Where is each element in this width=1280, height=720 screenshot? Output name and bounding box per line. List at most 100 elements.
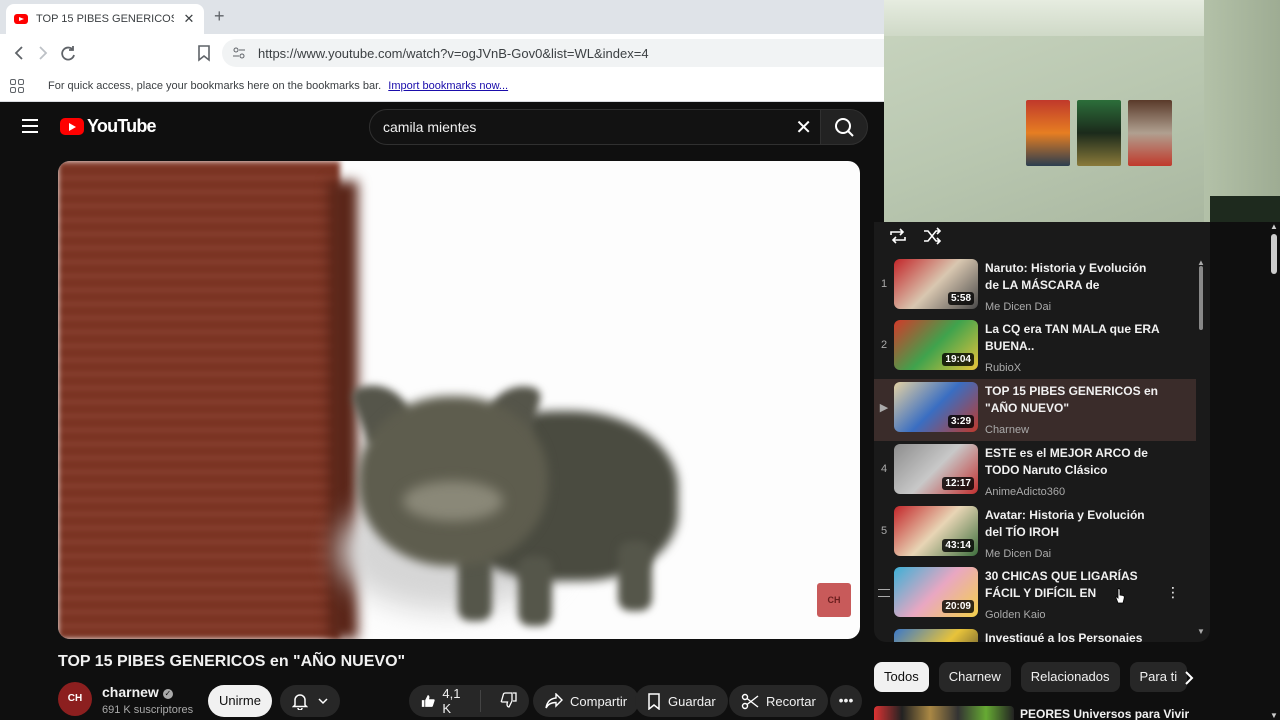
channel-watermark[interactable]: CH — [817, 583, 851, 617]
page-scrollbar[interactable]: ▲ ▼ — [1268, 222, 1280, 720]
scissors-icon — [741, 693, 759, 709]
filter-chip[interactable]: Charnew — [938, 662, 1011, 692]
playlist-item-title[interactable]: Investigué a los Personajes — [985, 630, 1160, 642]
video-duration: 5:58 — [947, 292, 974, 305]
bookmarks-hint: For quick access, place your bookmarks h… — [48, 80, 382, 92]
chevron-right-icon[interactable] — [1176, 665, 1202, 691]
share-button[interactable]: Compartir — [533, 685, 640, 717]
notifications-button[interactable] — [280, 685, 340, 717]
dislike-button[interactable] — [488, 691, 529, 711]
playlist-item-channel: Me Dicen Dai — [985, 301, 1052, 313]
playlist-item-index: ▶ — [879, 402, 889, 414]
filter-chips: Todos Charnew Relacionados Para ti — [874, 662, 1188, 692]
video-player[interactable]: CH — [58, 161, 860, 639]
channel-avatar[interactable]: CH — [58, 682, 92, 716]
playlist-item-thumbnail[interactable] — [894, 629, 978, 642]
playlist-scroll-thumb[interactable] — [1199, 266, 1203, 330]
tab-title: TOP 15 PIBES GENERICOS en "AÑ — [36, 13, 174, 25]
logo-text: YouTube — [87, 116, 157, 136]
playlist-item[interactable]: 2 19:04 La CQ era TAN MALA que ERA BUENA..… — [874, 317, 1196, 379]
share-label: Compartir — [570, 693, 628, 709]
reload-icon[interactable] — [57, 42, 79, 64]
playlist-item-title[interactable]: Avatar: Historia y Evolución del TÍO IRO… — [985, 507, 1160, 541]
clip-button[interactable]: Recortar — [729, 685, 828, 717]
thumbs-down-icon — [500, 691, 517, 708]
search-icon — [835, 118, 854, 137]
playlist-item-title[interactable]: TOP 15 PIBES GENERICOS en "AÑO NUEVO" — [985, 383, 1160, 417]
video-duration: 43:14 — [942, 539, 974, 552]
save-icon — [648, 692, 660, 710]
playlist-item[interactable]: 5 43:14 Avatar: Historia y Evolución del T… — [874, 503, 1196, 565]
more-actions-button[interactable]: ••• — [830, 685, 862, 717]
playlist-scrollbar[interactable]: ▲ ▼ — [1197, 258, 1205, 636]
apps-icon[interactable] — [10, 79, 24, 93]
close-tab-icon[interactable]: ✕ — [182, 11, 196, 27]
filter-chip[interactable]: Relacionados — [1020, 662, 1120, 692]
shuffle-icon[interactable] — [922, 226, 942, 246]
wall-poster — [1026, 100, 1070, 166]
channel-name-row: charnew ✓ — [102, 684, 173, 700]
playlist-item[interactable]: Investigué a los Personajes — [874, 626, 1196, 642]
page-scroll-down-icon[interactable]: ▼ — [1270, 711, 1278, 720]
playlist-item-channel: Charnew — [985, 424, 1030, 436]
next-video-row[interactable]: PEORES Universos para Vivir — [874, 704, 1210, 720]
subscriber-count: 691 K suscriptores — [102, 704, 194, 716]
address-bar[interactable]: https://www.youtube.com/watch?v=ogJVnB-G… — [222, 39, 884, 67]
new-tab-icon[interactable]: + — [214, 6, 225, 27]
playlist-item-title[interactable]: ESTE es el MEJOR ARCO de TODO Naruto Clá… — [985, 445, 1160, 479]
playlist-item-index: 1 — [880, 278, 888, 290]
page-scroll-up-icon[interactable]: ▲ — [1270, 222, 1278, 231]
clear-search-icon[interactable]: ✕ — [795, 115, 812, 140]
import-bookmarks-link[interactable]: Import bookmarks now... — [388, 80, 508, 92]
youtube-header: YouTube camila mientes ✕ — [0, 102, 884, 152]
playlist-item-title[interactable]: La CQ era TAN MALA que ERA BUENA.. — [985, 321, 1160, 355]
like-button[interactable]: 4,1 K — [409, 686, 481, 716]
playlist-item-index: 5 — [880, 525, 888, 537]
playlist-item-channel: Golden Kaio — [985, 609, 1046, 621]
search-input[interactable]: camila mientes ✕ — [369, 109, 821, 145]
playlist-item-thumbnail[interactable]: 20:09 — [894, 567, 978, 617]
wall-poster — [1128, 100, 1172, 166]
hamburger-menu-icon[interactable] — [22, 119, 38, 133]
page-scroll-thumb[interactable] — [1271, 234, 1277, 274]
search-button[interactable] — [820, 109, 868, 145]
bookmarks-bar: For quick access, place your bookmarks h… — [0, 72, 884, 102]
playlist-item[interactable]: 20:09 30 CHICAS QUE LIGARÍAS FÁCIL Y DIFÍ… — [874, 564, 1196, 626]
search-query[interactable]: camila mientes — [383, 119, 476, 135]
playlist-item-channel: AnimeAdicto360 — [985, 486, 1066, 498]
drag-handle-icon[interactable] — [878, 589, 890, 597]
playlist-item[interactable]: 1 5:58 Naruto: Historia y Evolución de LA … — [874, 256, 1196, 318]
playlist-item-title[interactable]: 30 CHICAS QUE LIGARÍAS FÁCIL Y DIFÍCIL E… — [985, 568, 1160, 603]
chevron-down-icon — [318, 698, 328, 705]
playlist-item[interactable]: 4 12:17 ESTE es el MEJOR ARCO de TODO Naru… — [874, 441, 1196, 503]
playlist-item-channel: RubioX — [985, 362, 1022, 374]
next-video-thumbnail[interactable] — [874, 706, 1014, 720]
browser-tab[interactable]: TOP 15 PIBES GENERICOS en "AÑ ✕ — [6, 4, 204, 34]
filter-chip[interactable]: Todos — [874, 662, 929, 692]
bookmark-icon[interactable] — [193, 42, 215, 64]
video-duration: 12:17 — [942, 477, 974, 490]
forward-icon[interactable] — [32, 42, 54, 64]
site-settings-icon[interactable] — [232, 46, 246, 60]
verified-icon: ✓ — [162, 689, 173, 699]
url-text[interactable]: https://www.youtube.com/watch?v=ogJVnB-G… — [258, 46, 649, 61]
playlist-item-title[interactable]: Naruto: Historia y Evolución de LA MÁSCA… — [985, 260, 1160, 295]
playlist-item-thumbnail[interactable]: 19:04 — [894, 320, 978, 370]
playlist-item-thumbnail[interactable]: 5:58 — [894, 259, 978, 309]
playlist-item[interactable]: ▶ 3:29 TOP 15 PIBES GENERICOS en "AÑO NUEV… — [874, 379, 1196, 441]
playlist-item-thumbnail[interactable]: 12:17 — [894, 444, 978, 494]
next-video-title[interactable]: PEORES Universos para Vivir — [1020, 707, 1189, 720]
loop-icon[interactable] — [888, 226, 908, 246]
channel-name[interactable]: charnew — [102, 684, 159, 700]
browser-toolbar: https://www.youtube.com/watch?v=ogJVnB-G… — [0, 34, 884, 72]
back-icon[interactable] — [8, 42, 30, 64]
youtube-logo[interactable]: YouTube — [60, 116, 157, 137]
scroll-down-icon[interactable]: ▼ — [1197, 627, 1205, 636]
more-options-icon[interactable]: ⋮ — [1166, 584, 1180, 601]
like-count: 4,1 K — [442, 686, 461, 716]
playlist-item-thumbnail[interactable]: 3:29 — [894, 382, 978, 432]
join-button[interactable]: Unirme — [208, 685, 272, 717]
playlist-item-thumbnail[interactable]: 43:14 — [894, 506, 978, 556]
playlist-item-index: 4 — [880, 463, 888, 475]
save-button[interactable]: Guardar — [635, 685, 728, 717]
